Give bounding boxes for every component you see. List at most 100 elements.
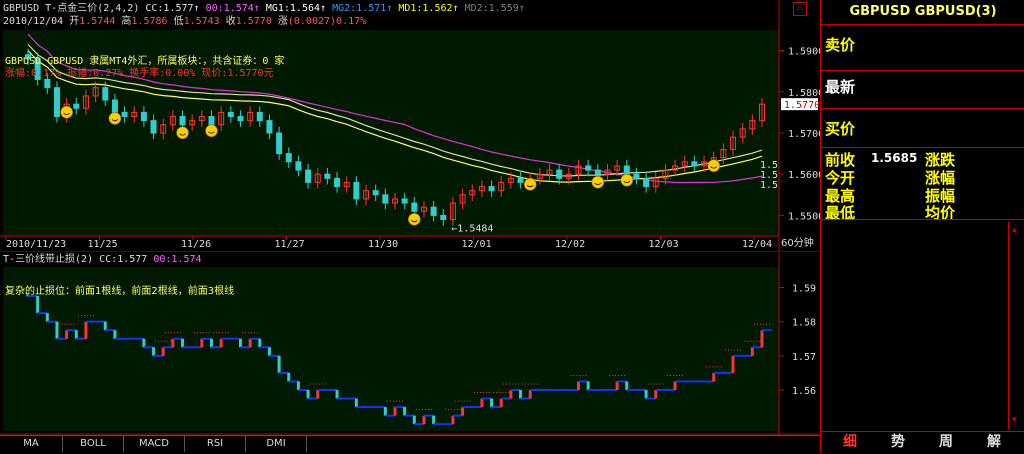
candle-body[interactable]	[44, 78, 51, 89]
tab-macd[interactable]: MACD	[124, 436, 185, 452]
candle-body[interactable]	[411, 202, 418, 212]
candle-body[interactable]	[517, 177, 524, 183]
tab-rsi[interactable]: RSI	[185, 436, 246, 452]
sub-step-bar	[615, 381, 619, 390]
candle-body[interactable]	[488, 186, 495, 192]
close-value: 1.5770	[235, 16, 272, 27]
price-tick-label: 1.5500	[788, 211, 820, 222]
sub-step-bar	[181, 338, 185, 348]
sub-step-bar	[55, 321, 59, 339]
sub-step-bar	[142, 338, 146, 348]
candle-body[interactable]	[401, 198, 408, 204]
candle-body[interactable]	[276, 132, 283, 155]
main-indicator: T-点金三价(2,4,2)	[45, 3, 140, 14]
quote-line: 2010/12/04 开1.5744 高1.5786 低1.5743 收1.57…	[3, 16, 366, 28]
signal-smiley-icon[interactable]	[620, 173, 634, 187]
candle-body[interactable]	[691, 161, 698, 167]
candle-body[interactable]	[150, 120, 157, 134]
candle-body[interactable]	[53, 87, 60, 118]
close-label: 收	[225, 16, 236, 27]
sub-step-bar	[577, 381, 580, 390]
side-tab-detail[interactable]: 细	[827, 433, 873, 452]
period-label[interactable]: 60分钟	[781, 238, 814, 250]
sub-step-bar	[432, 415, 436, 425]
candle-body[interactable]	[266, 120, 273, 134]
info-line-2: 涨幅:0.17% 振幅:0.27% 换手率:0.00% 现价:1.5770元	[5, 68, 274, 79]
candle-body[interactable]	[623, 165, 630, 175]
sub-overlay: 复杂的止损位：前面1根线，前面2根线，前面3根线	[5, 286, 235, 297]
stats-row-prev-close: 前收 1.5685 涨跌	[825, 149, 1021, 169]
candle-body[interactable]	[353, 181, 360, 200]
candle-body[interactable]	[440, 214, 447, 221]
sub-step-bar	[296, 381, 300, 390]
candle-body[interactable]	[643, 177, 650, 188]
main-chart-panel[interactable]: 1.5900 1.5800 1.5700 1.5600 1.5500 1.5770 1.5 1…	[0, 0, 820, 252]
sub-step-bar	[287, 372, 291, 382]
candle-body[interactable]	[208, 116, 215, 126]
sub-step-bar	[84, 321, 88, 339]
candle-body[interactable]	[102, 87, 109, 101]
signal-smiley-icon[interactable]	[408, 212, 421, 226]
signal-smiley-icon[interactable]	[523, 178, 537, 191]
sub-chart-panel[interactable]: 1.59 1.58 1.57 1.56 T-三价线带止损(2) CC:1.577 00…	[0, 253, 820, 435]
candle-body[interactable]	[73, 103, 80, 109]
sub-tick-label: 1.56	[792, 386, 816, 397]
sub-indicator: T-三价线带止损(2)	[3, 254, 94, 265]
candle-body[interactable]	[285, 153, 292, 163]
stats-row-low: 最低 均价	[825, 202, 1021, 222]
candle-body[interactable]	[382, 194, 389, 204]
candle-body[interactable]	[179, 116, 186, 126]
sub-step-bar	[152, 347, 156, 356]
candle-body[interactable]	[121, 111, 128, 118]
candle-body[interactable]	[430, 206, 437, 216]
sub-chart-svg[interactable]: 1.59 1.58 1.57 1.56	[0, 253, 820, 435]
main-chart-svg[interactable]: 1.5900 1.5800 1.5700 1.5600 1.5500 1.5770 1.5 1…	[0, 0, 820, 252]
tab-boll[interactable]: BOLL	[63, 436, 124, 452]
price-tick-label: 1.5900	[788, 47, 820, 58]
candle-body[interactable]	[556, 169, 563, 179]
candle-body[interactable]	[324, 173, 331, 179]
tab-ma[interactable]: MA	[0, 436, 63, 452]
side-tab-trend[interactable]: 势	[875, 433, 921, 452]
sub-step-bar	[673, 381, 677, 390]
sub-step-bar	[499, 398, 503, 408]
low-price-label: ←1.5484	[451, 224, 493, 235]
date-tick-label: 2010/11/23	[6, 239, 66, 250]
candle-body[interactable]	[256, 111, 263, 122]
change-value: (0.0027)	[287, 16, 337, 27]
sub-step-bar	[712, 372, 716, 382]
signal-smiley-icon[interactable]	[60, 105, 73, 119]
candle-body[interactable]	[633, 173, 640, 179]
candle-body[interactable]	[372, 190, 379, 196]
scroll-up-icon[interactable]: ▲	[1012, 225, 1017, 234]
header-item-3: MG2:1.571	[326, 3, 387, 14]
candle-body[interactable]	[227, 111, 234, 118]
side-scrollbar[interactable]: ▲ ▼	[1008, 221, 1024, 429]
signal-smiley-icon[interactable]	[707, 159, 721, 173]
candle-body[interactable]	[295, 161, 302, 171]
quote-date: 2010/12/04	[3, 16, 64, 27]
candle-body[interactable]	[237, 116, 244, 122]
sub-step-bar	[519, 390, 523, 399]
sub-cc: CC:1.577	[99, 254, 148, 265]
side-tab-explain[interactable]: 解	[971, 433, 1017, 452]
candle-body[interactable]	[140, 111, 147, 122]
side-tab-week[interactable]: 周	[923, 433, 969, 452]
signal-smiley-icon[interactable]	[108, 112, 122, 125]
signal-smiley-icon[interactable]	[205, 124, 218, 138]
candle-body[interactable]	[594, 169, 601, 175]
candle-body[interactable]	[585, 165, 592, 171]
signal-smiley-icon[interactable]	[591, 175, 605, 189]
candle-body[interactable]	[305, 169, 312, 183]
panel-toggle-button[interactable]: ▭	[793, 2, 807, 16]
date-tick-label: 11/26	[181, 239, 211, 250]
candle-body[interactable]	[111, 99, 118, 113]
sub-tick-label: 1.57	[792, 352, 816, 363]
info-line-1: GBPUSD GBPUSD 隶属MT4外汇，所属板块：，共含证券：0 家	[5, 56, 285, 67]
tab-dmi[interactable]: DMI	[246, 436, 307, 452]
sub-step-bar	[335, 390, 339, 399]
candle-body[interactable]	[334, 177, 341, 188]
signal-smiley-icon[interactable]	[176, 126, 189, 140]
sub-step-bar	[238, 338, 242, 348]
scroll-down-icon[interactable]: ▼	[1012, 415, 1017, 424]
